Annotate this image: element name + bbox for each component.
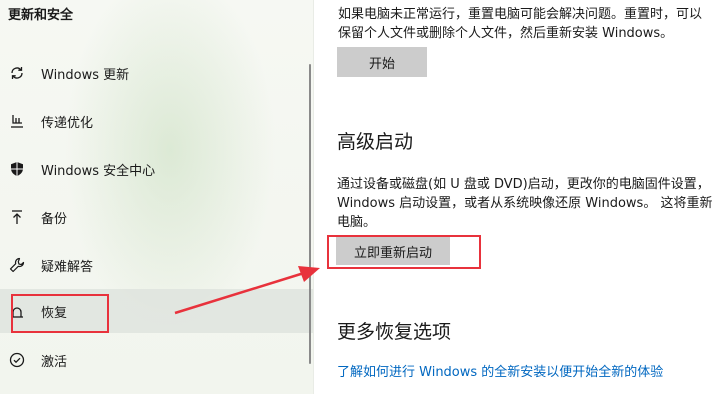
annotation-arrow [174, 266, 320, 315]
